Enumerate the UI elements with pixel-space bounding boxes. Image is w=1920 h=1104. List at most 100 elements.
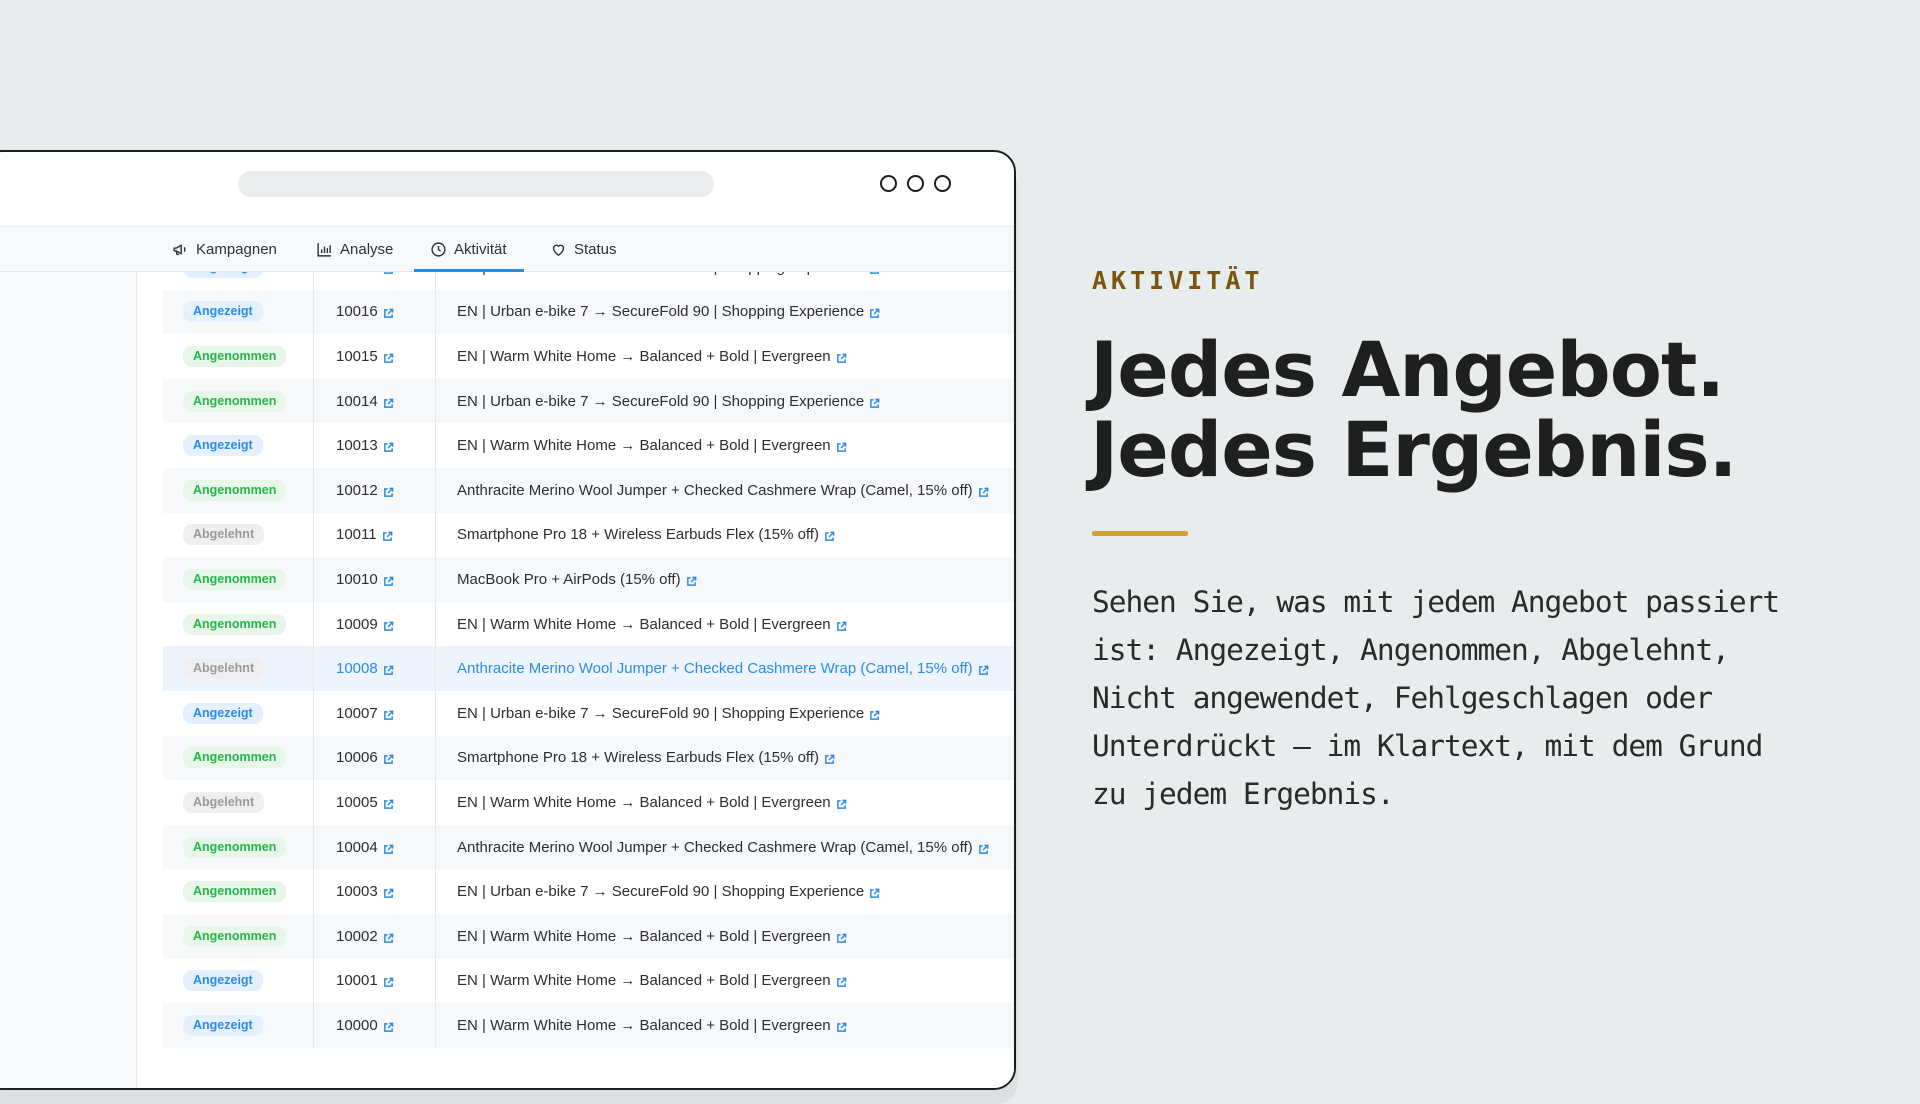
- offer-name-link[interactable]: EN | Warm White Home → Balanced + Bold |…: [457, 972, 831, 989]
- offer-name-link[interactable]: Anthracite Merino Wool Jumper + Checked …: [457, 482, 973, 499]
- external-link-icon[interactable]: [383, 708, 394, 720]
- name-cell[interactable]: EN | Urban e-bike 7 → SecureFold 90 | Sh…: [435, 690, 1014, 736]
- external-link-icon[interactable]: [869, 396, 880, 408]
- id-cell[interactable]: 10006: [313, 735, 435, 781]
- offer-id-link[interactable]: 10009: [336, 616, 378, 633]
- table-row[interactable]: Angenommen 10004 Anthracite Merino Wool Ju…: [163, 824, 1014, 870]
- external-link-icon[interactable]: [869, 708, 880, 720]
- id-cell[interactable]: 10014: [313, 378, 435, 424]
- id-cell[interactable]: 10017: [313, 272, 435, 290]
- table-row[interactable]: Angenommen 10009 EN | Warm White Home → Ba…: [163, 601, 1014, 647]
- external-link-icon[interactable]: [836, 440, 847, 453]
- name-cell[interactable]: EN | Urban e-bike 7 → SecureFold 90 | Sh…: [435, 869, 1014, 914]
- external-link-icon[interactable]: [383, 306, 394, 319]
- external-link-icon[interactable]: [836, 931, 847, 943]
- tab-aktivitaet[interactable]: Aktivität: [414, 227, 524, 272]
- id-cell[interactable]: 10000: [313, 1003, 435, 1048]
- table-row[interactable]: Angezeigt 10017 EN | Urban e-bike 7 → Secu…: [163, 272, 1014, 290]
- offer-name-link[interactable]: MacBook Pro + AirPods (15% off): [457, 571, 681, 588]
- table-row[interactable]: Angenommen 10006 Smartphone Pro 18 + Wirel…: [163, 735, 1014, 781]
- name-cell[interactable]: EN | Urban e-bike 7 → SecureFold 90 | Sh…: [435, 289, 1014, 335]
- offer-id-link[interactable]: 10014: [336, 393, 378, 410]
- tab-analyse[interactable]: Analyse: [316, 227, 393, 271]
- external-link-icon[interactable]: [836, 619, 847, 631]
- window-dot-icon[interactable]: [934, 175, 951, 192]
- name-cell[interactable]: EN | Warm White Home → Balanced + Bold |…: [435, 1003, 1014, 1048]
- id-cell[interactable]: 10004: [313, 824, 435, 870]
- tab-kampagnen[interactable]: Kampagnen: [172, 227, 277, 271]
- external-link-icon[interactable]: [869, 306, 880, 319]
- external-link-icon[interactable]: [383, 752, 394, 765]
- offer-name-link[interactable]: Anthracite Merino Wool Jumper + Checked …: [457, 839, 973, 856]
- table-row[interactable]: Angezeigt 10016 EN | Urban e-bike 7 → Secu…: [163, 289, 1014, 335]
- offer-id-link[interactable]: 10017: [336, 272, 378, 276]
- offer-name-link[interactable]: Smartphone Pro 18 + Wireless Earbuds Fle…: [457, 749, 819, 766]
- tab-status[interactable]: Status: [550, 227, 617, 271]
- offer-id-link[interactable]: 10013: [336, 437, 378, 454]
- offer-name-link[interactable]: EN | Urban e-bike 7 → SecureFold 90 | Sh…: [457, 883, 864, 900]
- offer-id-link[interactable]: 10016: [336, 303, 378, 320]
- name-cell[interactable]: EN | Urban e-bike 7 → SecureFold 90 | Sh…: [435, 272, 1014, 290]
- offer-id-link[interactable]: 10010: [336, 571, 378, 588]
- external-link-icon[interactable]: [383, 975, 394, 988]
- external-link-icon[interactable]: [836, 1020, 847, 1032]
- table-row[interactable]: Abgelehnt 10011 Smartphone Pro 18 + Wirele…: [163, 512, 1014, 558]
- external-link-icon[interactable]: [824, 529, 835, 542]
- external-link-icon[interactable]: [383, 1020, 394, 1032]
- id-cell[interactable]: 10002: [313, 913, 435, 959]
- id-cell[interactable]: 10009: [313, 601, 435, 647]
- offer-name-link[interactable]: EN | Urban e-bike 7 → SecureFold 90 | Sh…: [457, 393, 864, 410]
- table-row[interactable]: Angezeigt 10000 EN | Warm White Home → Bal…: [163, 1003, 1014, 1048]
- offer-name-link[interactable]: EN | Warm White Home → Balanced + Bold |…: [457, 437, 831, 454]
- external-link-icon[interactable]: [382, 529, 393, 542]
- external-link-icon[interactable]: [836, 975, 847, 988]
- id-cell[interactable]: 10012: [313, 467, 435, 513]
- external-link-icon[interactable]: [383, 351, 394, 363]
- offer-name-link[interactable]: Anthracite Merino Wool Jumper + Checked …: [457, 660, 973, 677]
- id-cell[interactable]: 10005: [313, 780, 435, 825]
- name-cell[interactable]: EN | Warm White Home → Balanced + Bold |…: [435, 423, 1014, 468]
- external-link-icon[interactable]: [869, 272, 880, 274]
- table-row[interactable]: Angezeigt 10001 EN | Warm White Home → Bal…: [163, 958, 1014, 1004]
- table-row[interactable]: Abgelehnt 10005 EN | Warm White Home → Bal…: [163, 780, 1014, 825]
- external-link-icon[interactable]: [824, 752, 835, 765]
- id-cell[interactable]: 10011: [313, 512, 435, 558]
- external-link-icon[interactable]: [869, 886, 880, 899]
- offer-name-link[interactable]: EN | Warm White Home → Balanced + Bold |…: [457, 616, 831, 633]
- window-dot-icon[interactable]: [880, 175, 897, 192]
- offer-name-link[interactable]: EN | Warm White Home → Balanced + Bold |…: [457, 1017, 831, 1034]
- id-cell[interactable]: 10010: [313, 557, 435, 602]
- table-row[interactable]: Angezeigt 10007 EN | Urban e-bike 7 → Secu…: [163, 690, 1014, 736]
- name-cell[interactable]: Smartphone Pro 18 + Wireless Earbuds Fle…: [435, 512, 1014, 558]
- offer-name-link[interactable]: Smartphone Pro 18 + Wireless Earbuds Fle…: [457, 526, 819, 543]
- offer-name-link[interactable]: EN | Urban e-bike 7 → SecureFold 90 | Sh…: [457, 272, 864, 276]
- offer-id-link[interactable]: 10005: [336, 794, 378, 811]
- offer-id-link[interactable]: 10008: [336, 660, 378, 677]
- offer-id-link[interactable]: 10012: [336, 482, 378, 499]
- external-link-icon[interactable]: [383, 619, 394, 631]
- name-cell[interactable]: EN | Warm White Home → Balanced + Bold |…: [435, 334, 1014, 379]
- offer-name-link[interactable]: EN | Warm White Home → Balanced + Bold |…: [457, 928, 831, 945]
- offer-id-link[interactable]: 10006: [336, 749, 378, 766]
- id-cell[interactable]: 10001: [313, 958, 435, 1004]
- window-dot-icon[interactable]: [907, 175, 924, 192]
- id-cell[interactable]: 10015: [313, 334, 435, 379]
- external-link-icon[interactable]: [978, 663, 989, 676]
- offer-name-link[interactable]: EN | Urban e-bike 7 → SecureFold 90 | Sh…: [457, 303, 864, 320]
- external-link-icon[interactable]: [383, 396, 394, 408]
- external-link-icon[interactable]: [383, 797, 394, 809]
- offer-id-link[interactable]: 10002: [336, 928, 378, 945]
- external-link-icon[interactable]: [836, 351, 847, 363]
- table-row[interactable]: Angenommen 10012 Anthracite Merino Wool Ju…: [163, 467, 1014, 513]
- name-cell[interactable]: Anthracite Merino Wool Jumper + Checked …: [435, 824, 1014, 870]
- table-row[interactable]: Angenommen 10015 EN | Warm White Home → Ba…: [163, 334, 1014, 379]
- external-link-icon[interactable]: [383, 842, 394, 854]
- url-bar[interactable]: [238, 171, 714, 197]
- external-link-icon[interactable]: [383, 574, 394, 586]
- offer-name-link[interactable]: EN | Urban e-bike 7 → SecureFold 90 | Sh…: [457, 705, 864, 722]
- name-cell[interactable]: Anthracite Merino Wool Jumper + Checked …: [435, 646, 1014, 691]
- offer-id-link[interactable]: 10001: [336, 972, 378, 989]
- name-cell[interactable]: EN | Warm White Home → Balanced + Bold |…: [435, 958, 1014, 1004]
- name-cell[interactable]: EN | Warm White Home → Balanced + Bold |…: [435, 913, 1014, 959]
- name-cell[interactable]: Smartphone Pro 18 + Wireless Earbuds Fle…: [435, 735, 1014, 781]
